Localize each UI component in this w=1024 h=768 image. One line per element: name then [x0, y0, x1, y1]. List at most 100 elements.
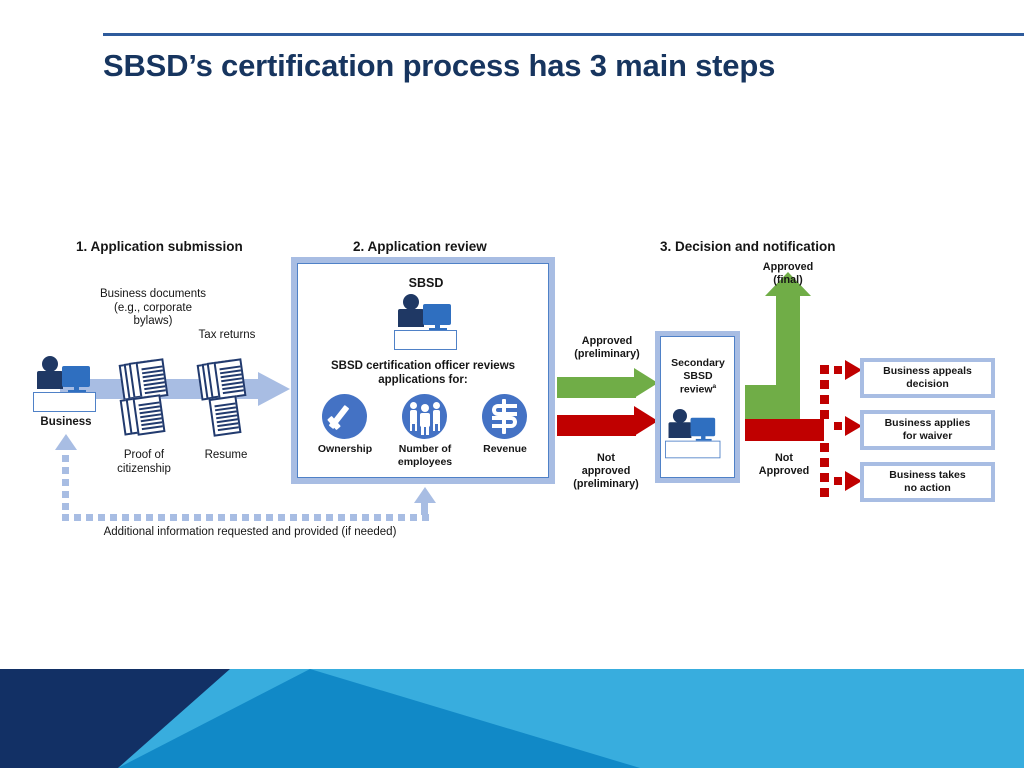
outcome-waiver-line2: for waiver — [902, 430, 953, 442]
slide-footer: JLARC 9 — [0, 669, 1024, 768]
criteria-label-ownership: Ownership — [317, 443, 373, 455]
outcome-box-no-action[interactable]: Business takes no action — [860, 462, 995, 502]
outcome-dot — [820, 395, 829, 404]
approved-final-label: Approved (final) — [762, 261, 814, 286]
feedback-dot — [194, 514, 201, 521]
outcome-dot — [834, 477, 842, 485]
secondary-review-panel — [655, 331, 740, 483]
feedback-arrow-head-left — [55, 434, 77, 450]
sbsd-actor-label: SBSD — [408, 276, 444, 290]
business-documents-label: Business documents (e.g., corporate byla… — [98, 288, 208, 329]
outcome-dot — [820, 443, 829, 452]
feedback-dot — [62, 467, 69, 474]
feedback-dot — [266, 514, 273, 521]
feedback-dot — [146, 514, 153, 521]
desk — [394, 330, 457, 350]
approved-preliminary-label: Approved (preliminary) — [574, 335, 640, 360]
monitor-screen — [423, 304, 451, 325]
tax-returns-label: Tax returns — [198, 329, 256, 341]
feedback-dot — [302, 514, 309, 521]
feedback-dot — [254, 514, 261, 521]
approved-preliminary-arrow-shaft — [557, 377, 636, 398]
monitor-screen — [690, 417, 716, 437]
monitor-screen — [62, 366, 90, 387]
outcome-dot — [834, 366, 842, 374]
feedback-dot — [290, 514, 297, 521]
person-torso — [668, 422, 692, 439]
feedback-dot — [326, 514, 333, 521]
feedback-dot — [398, 514, 405, 521]
feedback-dot — [86, 514, 93, 521]
feedback-dot — [98, 514, 105, 521]
criteria-label-revenue: Revenue — [483, 443, 527, 455]
feedback-arrow-head-right — [414, 487, 436, 503]
feedback-dot — [386, 514, 393, 521]
step-2-heading: 2. Application review — [353, 239, 487, 254]
feedback-dot — [242, 514, 249, 521]
feedback-dot — [218, 514, 225, 521]
outcome-waiver-line1: Business applies — [884, 417, 971, 430]
doc-sheet-front — [132, 394, 166, 436]
secondary-reviewer-person-icon — [665, 409, 723, 459]
feedback-dot — [374, 514, 381, 521]
outcome-appeals-line2: decision — [906, 378, 949, 390]
people-icon — [402, 394, 447, 439]
doc-sheet-front — [135, 358, 169, 400]
outcome-dot — [820, 380, 829, 389]
sbsd-person-icon — [394, 294, 460, 350]
step-1-heading: 1. Application submission — [76, 239, 243, 254]
resume-icon — [205, 395, 250, 446]
page-title: SBSD’s certification process has 3 main … — [103, 48, 776, 83]
feedback-dot — [110, 514, 117, 521]
resume-label: Resume — [204, 449, 248, 461]
feedback-dot — [158, 514, 165, 521]
feedback-dot — [362, 514, 369, 521]
approved-final-arrow-shaft — [776, 290, 800, 432]
feedback-dot — [410, 514, 417, 521]
feedback-dot — [278, 514, 285, 521]
not-approved-preliminary-arrow-shaft — [557, 415, 636, 436]
person-torso — [37, 371, 63, 389]
outcome-dot — [820, 473, 829, 482]
outcome-dot — [820, 488, 829, 497]
step-3-heading: 3. Decision and notification — [660, 239, 836, 254]
feedback-dot — [170, 514, 177, 521]
proof-of-citizenship-label: Proof of citizenship — [117, 449, 171, 475]
desk — [33, 392, 96, 412]
dollar-icon — [482, 394, 527, 439]
feedback-dot — [134, 514, 141, 521]
person-head — [403, 294, 419, 310]
criteria-label-employees: Number of employees — [397, 443, 453, 468]
feedback-dot — [314, 514, 321, 521]
feedback-loop-label: Additional information requested and pro… — [103, 526, 397, 538]
doc-sheet-front — [208, 395, 242, 437]
feedback-dot — [350, 514, 357, 521]
outcome-box-waiver[interactable]: Business applies for waiver — [860, 410, 995, 450]
not-approved-bar — [745, 419, 824, 441]
footnote-marker: a — [712, 382, 717, 390]
footer-graphic — [0, 669, 1024, 768]
feedback-dot — [62, 514, 69, 521]
feedback-dot — [62, 455, 69, 462]
feedback-dot — [122, 514, 129, 521]
check-icon — [322, 394, 367, 439]
outcome-dot — [820, 365, 829, 374]
outcome-dot — [820, 410, 829, 419]
outcome-box-appeals[interactable]: Business appeals decision — [860, 358, 995, 398]
outcome-noaction-line1: Business takes — [889, 469, 966, 482]
feedback-dot — [74, 514, 81, 521]
feedback-dot — [230, 514, 237, 521]
feedback-dot — [206, 514, 213, 521]
proof-of-citizenship-icon — [119, 394, 174, 445]
not-approved-preliminary-label: Not approved (preliminary) — [573, 452, 639, 490]
flow-arrow-head — [258, 372, 290, 406]
outcome-appeals-line1: Business appeals — [883, 365, 972, 378]
outcome-noaction-line2: no action — [904, 482, 951, 494]
business-person-icon — [33, 356, 99, 412]
secondary-review-label: Secondary SBSD reviewa — [671, 357, 725, 396]
outcome-dot — [834, 422, 842, 430]
desk — [665, 440, 721, 459]
slide-canvas: SBSD’s certification process has 3 main … — [0, 0, 1024, 768]
not-approved-label: Not Approved — [758, 452, 810, 477]
outcome-dot — [820, 458, 829, 467]
